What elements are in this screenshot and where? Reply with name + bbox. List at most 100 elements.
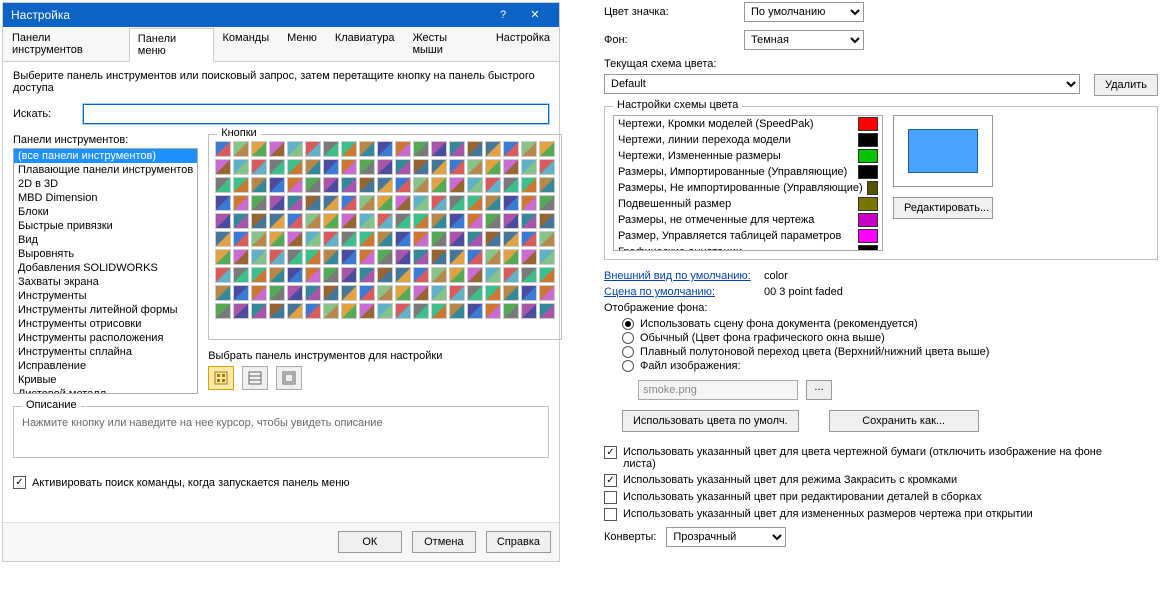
command-icon[interactable] xyxy=(287,231,303,247)
save-scheme-as-button[interactable]: Сохранить как... xyxy=(829,410,979,432)
tab-5[interactable]: Жесты мыши xyxy=(403,27,486,61)
default-appearance-link[interactable]: Внешний вид по умолчанию: xyxy=(604,270,764,282)
scheme-color-row[interactable]: Подвешенный размер xyxy=(614,196,882,212)
command-icon[interactable] xyxy=(521,267,537,283)
command-icon[interactable] xyxy=(413,141,429,157)
cancel-button[interactable]: Отмена xyxy=(412,531,476,553)
command-icon[interactable] xyxy=(305,141,321,157)
command-icon[interactable] xyxy=(449,267,465,283)
command-icon[interactable] xyxy=(431,231,447,247)
layout-mode-2-button[interactable] xyxy=(242,366,268,390)
command-icon[interactable] xyxy=(431,249,447,265)
command-icon[interactable] xyxy=(323,141,339,157)
command-icon[interactable] xyxy=(485,231,501,247)
command-icon[interactable] xyxy=(395,195,411,211)
command-icon[interactable] xyxy=(323,303,339,319)
command-icon[interactable] xyxy=(449,303,465,319)
command-icon[interactable] xyxy=(431,141,447,157)
command-icon[interactable] xyxy=(341,267,357,283)
command-icon[interactable] xyxy=(377,213,393,229)
command-icon[interactable] xyxy=(341,177,357,193)
command-icon[interactable] xyxy=(269,267,285,283)
close-button[interactable]: ✕ xyxy=(519,3,551,27)
command-icon[interactable] xyxy=(215,159,231,175)
command-icon[interactable] xyxy=(395,213,411,229)
command-icon[interactable] xyxy=(269,231,285,247)
command-icon[interactable] xyxy=(341,249,357,265)
command-icon[interactable] xyxy=(539,213,555,229)
scheme-color-row[interactable]: Размер, Управляется таблицей параметров xyxy=(614,228,882,244)
command-icon[interactable] xyxy=(359,231,375,247)
command-icon[interactable] xyxy=(395,249,411,265)
edit-color-button[interactable]: Редактировать... xyxy=(893,197,993,219)
command-icon[interactable] xyxy=(359,285,375,301)
bg-display-radio[interactable] xyxy=(622,346,634,358)
command-icon[interactable] xyxy=(251,213,267,229)
command-icon[interactable] xyxy=(287,285,303,301)
command-icon[interactable] xyxy=(359,267,375,283)
command-icon[interactable] xyxy=(431,285,447,301)
command-icon[interactable] xyxy=(413,195,429,211)
toolbar-item[interactable]: Инструменты расположения xyxy=(14,331,197,345)
command-icon[interactable] xyxy=(269,213,285,229)
command-icon[interactable] xyxy=(521,213,537,229)
command-icon[interactable] xyxy=(305,267,321,283)
command-icon[interactable] xyxy=(287,213,303,229)
command-icon[interactable] xyxy=(323,231,339,247)
help-button[interactable]: ? xyxy=(487,3,519,27)
toolbar-item[interactable]: 2D в 3D xyxy=(14,177,197,191)
command-icon[interactable] xyxy=(449,249,465,265)
command-icon[interactable] xyxy=(287,249,303,265)
command-icon[interactable] xyxy=(431,177,447,193)
command-icon[interactable] xyxy=(287,303,303,319)
command-icon[interactable] xyxy=(431,213,447,229)
command-icon[interactable] xyxy=(287,267,303,283)
command-icon[interactable] xyxy=(377,159,393,175)
scheme-color-row[interactable]: Чертежи, Измененные размеры xyxy=(614,148,882,164)
command-icon[interactable] xyxy=(467,141,483,157)
command-icon[interactable] xyxy=(377,249,393,265)
command-icon[interactable] xyxy=(413,231,429,247)
option-checkbox[interactable]: ✓ xyxy=(604,446,617,459)
toolbar-item[interactable]: Добавления SOLIDWORKS xyxy=(14,261,197,275)
command-icon[interactable] xyxy=(521,285,537,301)
toolbar-item[interactable]: Исправление xyxy=(14,359,197,373)
command-icon[interactable] xyxy=(467,285,483,301)
command-icon[interactable] xyxy=(485,213,501,229)
toolbar-item[interactable]: Блоки xyxy=(14,205,197,219)
command-icon[interactable] xyxy=(503,231,519,247)
command-icon[interactable] xyxy=(467,195,483,211)
command-icon[interactable] xyxy=(539,249,555,265)
command-icon[interactable] xyxy=(233,231,249,247)
command-icon[interactable] xyxy=(413,249,429,265)
command-icon[interactable] xyxy=(413,213,429,229)
command-icon[interactable] xyxy=(431,159,447,175)
command-icon[interactable] xyxy=(233,303,249,319)
command-icon[interactable] xyxy=(341,285,357,301)
command-icon[interactable] xyxy=(413,177,429,193)
command-icon[interactable] xyxy=(215,141,231,157)
command-icon[interactable] xyxy=(215,177,231,193)
command-icon[interactable] xyxy=(377,177,393,193)
command-icon[interactable] xyxy=(449,285,465,301)
command-icon[interactable] xyxy=(395,159,411,175)
tab-3[interactable]: Меню xyxy=(278,27,326,61)
command-icon[interactable] xyxy=(359,303,375,319)
command-icon[interactable] xyxy=(251,249,267,265)
command-icon[interactable] xyxy=(521,231,537,247)
command-icon[interactable] xyxy=(359,195,375,211)
command-icon[interactable] xyxy=(287,159,303,175)
command-icon[interactable] xyxy=(359,249,375,265)
command-icon[interactable] xyxy=(341,159,357,175)
option-checkbox[interactable] xyxy=(604,491,617,504)
command-icon[interactable] xyxy=(287,141,303,157)
command-icon[interactable] xyxy=(305,303,321,319)
command-icon[interactable] xyxy=(449,141,465,157)
command-icon[interactable] xyxy=(431,303,447,319)
command-icon[interactable] xyxy=(485,267,501,283)
command-icon[interactable] xyxy=(305,195,321,211)
command-icon[interactable] xyxy=(485,285,501,301)
command-icon[interactable] xyxy=(413,285,429,301)
command-icon[interactable] xyxy=(215,285,231,301)
command-icon[interactable] xyxy=(377,285,393,301)
